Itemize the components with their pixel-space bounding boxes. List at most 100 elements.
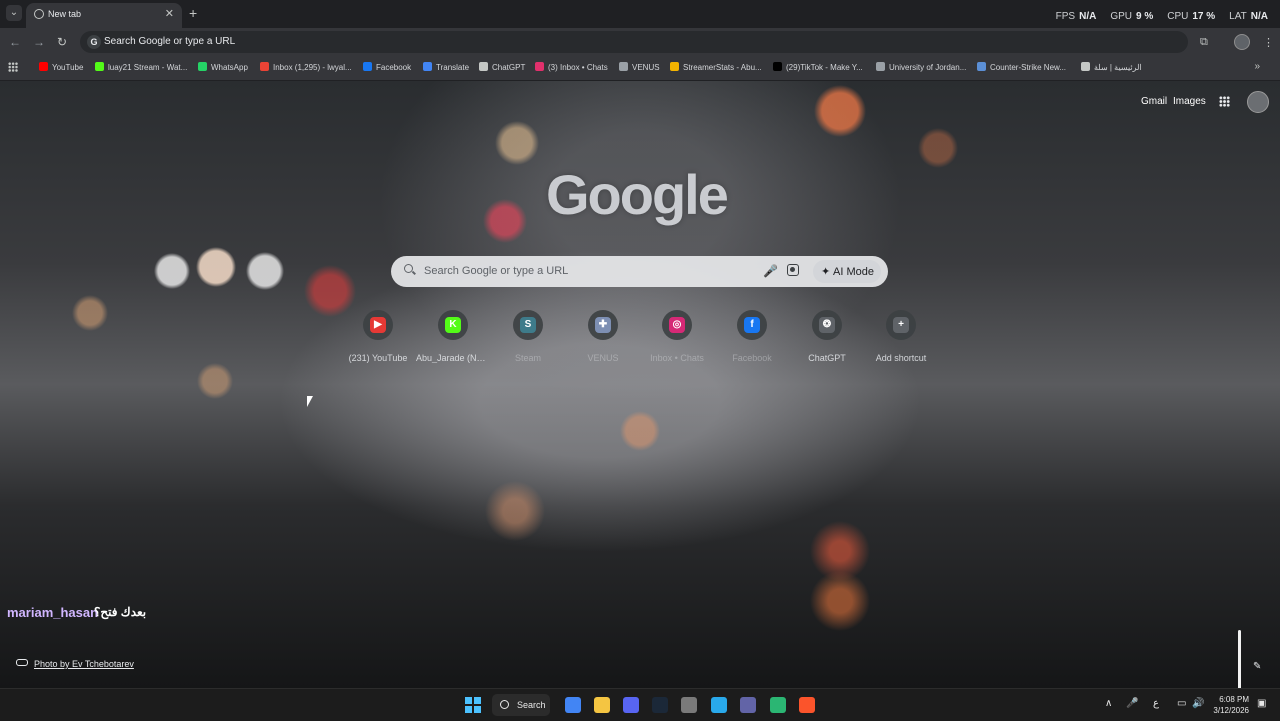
overlay-cpu: CPU 17 % — [1167, 11, 1216, 22]
extensions-icon[interactable]: ⧉ — [1200, 36, 1208, 49]
overlay-fps: FPS N/A — [1055, 11, 1097, 22]
photo-credit-text: Photo by Ev Tchebotarev — [34, 659, 134, 669]
google-logo: Google — [546, 163, 729, 226]
bookmarks-overflow-icon[interactable]: » — [1254, 61, 1260, 72]
bookmark-label: الرئيسية | سلة — [1094, 63, 1142, 72]
file-explorer-icon[interactable] — [594, 697, 610, 713]
shortcut-tile[interactable]: K Abu_Jarade (Nab... — [416, 310, 490, 370]
brave-icon[interactable] — [799, 697, 815, 713]
gmail-link[interactable]: Gmail — [1141, 96, 1167, 107]
whatsapp-icon — [198, 62, 207, 71]
shortcut-tile[interactable]: S Steam — [491, 310, 565, 370]
apps-grid-icon[interactable] — [8, 62, 18, 72]
omnibox-placeholder: Search Google or type a URL — [104, 36, 236, 47]
shortcut-icon-circle: ▶ — [363, 310, 393, 340]
bookmark-item[interactable]: Inbox (1,295) - lwyal... — [260, 62, 352, 72]
tray-chevron-icon[interactable]: ∧ — [1105, 698, 1112, 709]
search-icon — [404, 264, 413, 273]
shortcut-tile[interactable]: ✚ VENUS — [566, 310, 640, 370]
network-icon[interactable]: ▭ — [1177, 698, 1186, 709]
shortcut-tile[interactable]: ◎ Inbox • Chats — [640, 310, 714, 370]
ntp-search-placeholder: Search Google or type a URL — [424, 265, 569, 277]
telegram-icon[interactable] — [711, 697, 727, 713]
tab-search-button[interactable]: ⌄ — [6, 5, 22, 21]
forward-button[interactable]: → — [33, 35, 45, 49]
chrome-icon[interactable] — [565, 697, 581, 713]
photo-credit-link[interactable]: Photo by Ev Tchebotarev — [16, 659, 134, 669]
system-clock[interactable]: 6:08 PM 3/12/2026 — [1209, 694, 1249, 716]
shortcut-label: ChatGPT — [808, 353, 846, 363]
volume-icon[interactable]: 🔊 — [1192, 698, 1204, 709]
discord-icon[interactable] — [623, 697, 639, 713]
shortcut-tile[interactable]: f Facebook — [715, 310, 789, 370]
images-link[interactable]: Images — [1173, 96, 1206, 107]
windows-start-icon[interactable] — [465, 697, 481, 713]
chat-overlay-message: بعدك فتح؟ — [94, 605, 147, 619]
bookmark-label: VENUS — [632, 63, 660, 72]
tab-strip: ⌄ New tab ✕ + FPS N/A GPU 9 % CPU 17 % LAT N… — [0, 0, 1280, 28]
shortcut-label: Steam — [514, 353, 541, 363]
google-apps-icon[interactable] — [1219, 96, 1230, 107]
profile-avatar[interactable] — [1234, 34, 1250, 50]
bookmark-item[interactable]: Counter-Strike New... — [977, 62, 1066, 72]
customize-pencil-icon[interactable]: ✎ — [1253, 661, 1261, 672]
shortcut-label: Add shortcut — [875, 353, 927, 363]
add-shortcut-button[interactable]: + Add shortcut — [864, 310, 938, 370]
taskbar-search-button[interactable]: Search — [492, 694, 550, 716]
notepad-icon[interactable] — [681, 697, 697, 713]
reload-button[interactable]: ↻ — [57, 35, 67, 49]
steam-icon[interactable] — [652, 697, 668, 713]
bookmark-item[interactable]: WhatsApp — [198, 62, 248, 72]
bookmark-item[interactable]: VENUS — [619, 62, 660, 72]
bookmark-item[interactable]: (29)TikTok - Make Y... — [773, 62, 863, 72]
bookmark-label: Counter-Strike New... — [990, 63, 1067, 72]
voice-search-icon[interactable]: 🎤 — [763, 264, 778, 278]
taskbar-search-label: Search — [517, 700, 546, 710]
ai-mode-button[interactable]: ✦ AI Mode — [813, 260, 881, 283]
bookmark-item[interactable]: University of Jordan... — [876, 62, 966, 72]
bookmark-label: Inbox (1,295) - lwyal... — [273, 63, 352, 72]
shortcut-tile[interactable]: ▶ (231) YouTube — [341, 310, 415, 370]
new-tab-button[interactable]: + — [189, 5, 197, 21]
shortcut-favicon-icon: + — [893, 317, 909, 333]
notification-icon[interactable]: ▣ — [1257, 698, 1266, 709]
bookmark-item[interactable]: الرئيسية | سلة — [1081, 62, 1142, 72]
input-language-indicator[interactable]: ع — [1153, 698, 1159, 709]
mouse-cursor-icon — [307, 396, 313, 407]
bookmark-item[interactable]: luay21 Stream - Wat... — [95, 62, 187, 72]
kick-icon — [95, 62, 104, 71]
game-app-icon[interactable] — [770, 697, 786, 713]
shortcut-label: VENUS — [587, 353, 619, 363]
shortcut-tile[interactable]: ❂ ChatGPT — [790, 310, 864, 370]
shortcut-favicon-icon: S — [520, 317, 536, 333]
teams-icon[interactable] — [740, 697, 756, 713]
google-account-avatar[interactable] — [1247, 91, 1269, 113]
tab-new-tab[interactable]: New tab ✕ — [26, 3, 182, 28]
shortcut-favicon-icon: K — [445, 317, 461, 333]
ntp-search-box[interactable]: Search Google or type a URL 🎤 ✦ AI Mode — [391, 256, 888, 287]
salla-icon — [1081, 62, 1090, 71]
bookmark-item[interactable]: YouTube — [39, 62, 83, 72]
tray-mic-icon[interactable]: 🎤 — [1126, 698, 1138, 709]
bookmark-label: StreamerStats - Abu... — [683, 63, 762, 72]
bookmark-item[interactable]: StreamerStats - Abu... — [670, 62, 762, 72]
shortcut-favicon-icon: ❂ — [819, 317, 835, 333]
omnibox[interactable]: G Search Google or type a URL — [80, 31, 1188, 53]
bookmark-label: (29)TikTok - Make Y... — [786, 63, 863, 72]
tab-close-icon[interactable]: ✕ — [165, 7, 174, 20]
clock-time: 6:08 PM — [1219, 695, 1249, 704]
ai-mode-icon: ✦ — [821, 266, 831, 278]
browser-menu-icon[interactable]: ⋮ — [1263, 36, 1274, 49]
shortcut-label: Inbox • Chats — [650, 353, 704, 363]
bookmark-item[interactable]: (3) Inbox • Chats — [535, 62, 608, 72]
bookmark-label: Translate — [436, 63, 470, 72]
bookmark-item[interactable]: Facebook — [363, 62, 411, 72]
bookmark-item[interactable]: ChatGPT — [479, 62, 525, 72]
shortcut-icon-circle: ❂ — [812, 310, 842, 340]
shortcut-label: Abu_Jarade (Nab... — [416, 353, 490, 363]
taskbar-search-icon — [500, 700, 509, 709]
shortcut-favicon-icon: ◎ — [669, 317, 685, 333]
back-button[interactable]: ← — [9, 35, 21, 49]
bookmark-item[interactable]: Translate — [423, 62, 469, 72]
google-lens-icon[interactable] — [787, 264, 799, 276]
